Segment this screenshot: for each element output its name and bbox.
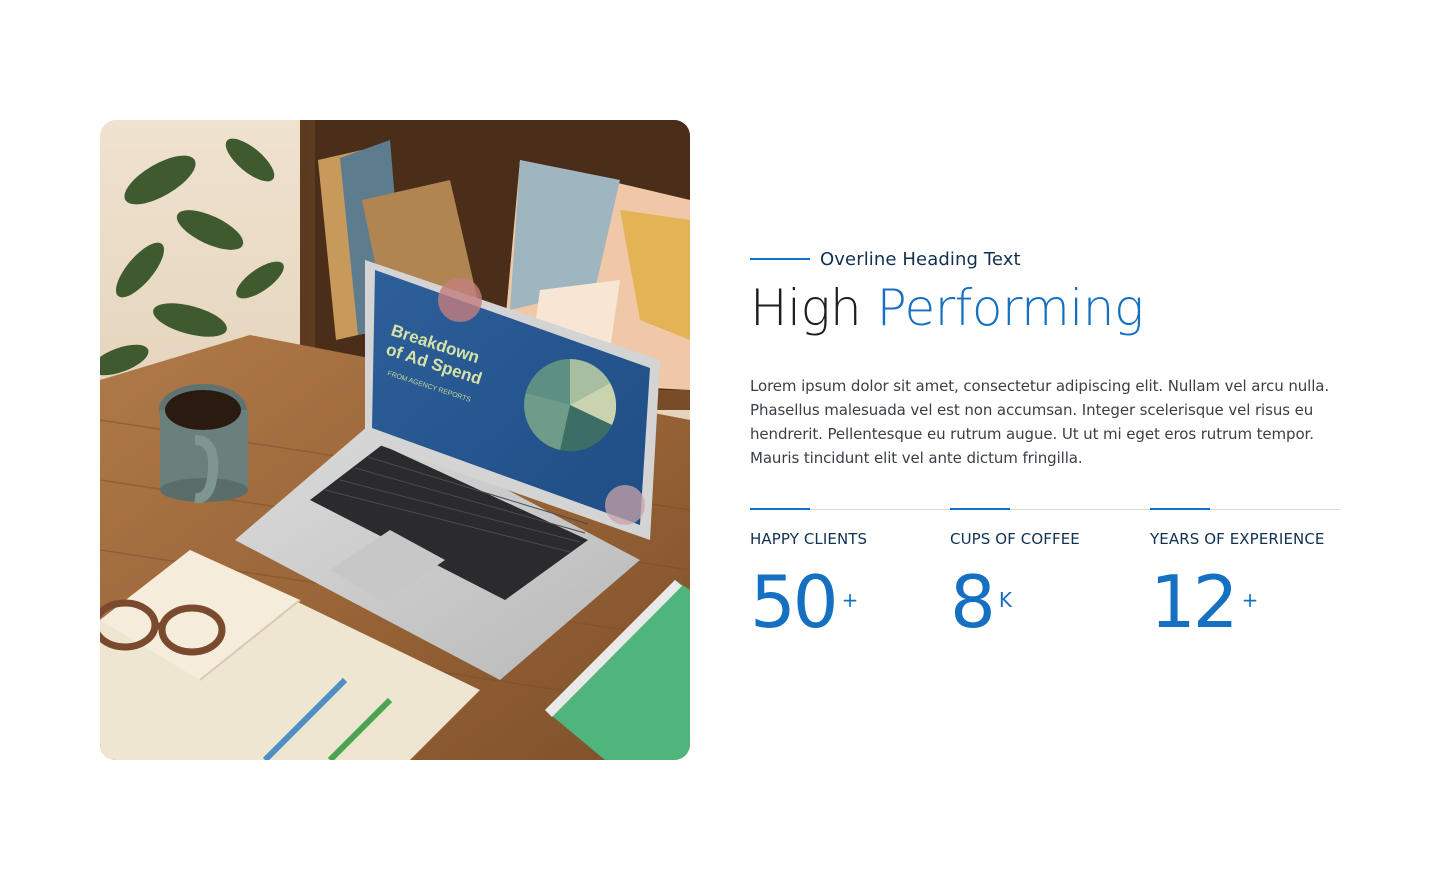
- page-title: High Performing: [750, 272, 1144, 344]
- stat-happy-clients: HAPPY CLIENTS 50 +: [750, 508, 940, 648]
- page-title-accent: Performing: [876, 279, 1144, 337]
- overline: Overline Heading Text: [750, 247, 1021, 271]
- body-paragraph: Lorem ipsum dolor sit amet, consectetur …: [750, 377, 1330, 467]
- overline-rule: [750, 258, 810, 260]
- stat-value: 50: [750, 560, 839, 644]
- overline-text: Overline Heading Text: [820, 248, 1021, 270]
- stat-suffix: +: [841, 588, 859, 612]
- content-column: Overline Heading Text High Performing Lo…: [750, 0, 1340, 880]
- stat-value: 8: [950, 560, 996, 644]
- stat-accent-bar: [750, 508, 810, 510]
- stat-years-of-experience: YEARS OF EXPERIENCE 12 +: [1150, 508, 1340, 648]
- stat-value: 12: [1150, 560, 1239, 644]
- stat-suffix: +: [1241, 588, 1259, 612]
- workspace-illustration: Breakdown of Ad Spend FROM AGENCY REPORT…: [100, 120, 690, 760]
- stat-cups-of-coffee: CUPS OF COFFEE 8 K: [950, 508, 1140, 648]
- page-title-prefix: High: [750, 279, 862, 337]
- stat-label: CUPS OF COFFEE: [950, 530, 1080, 548]
- stat-accent-bar: [1150, 508, 1210, 510]
- stat-label: HAPPY CLIENTS: [750, 530, 868, 548]
- stat-accent-bar: [950, 508, 1010, 510]
- stat-suffix: K: [998, 588, 1012, 612]
- workspace-photo: Breakdown of Ad Spend FROM AGENCY REPORT…: [100, 120, 690, 760]
- stat-label: YEARS OF EXPERIENCE: [1150, 530, 1325, 548]
